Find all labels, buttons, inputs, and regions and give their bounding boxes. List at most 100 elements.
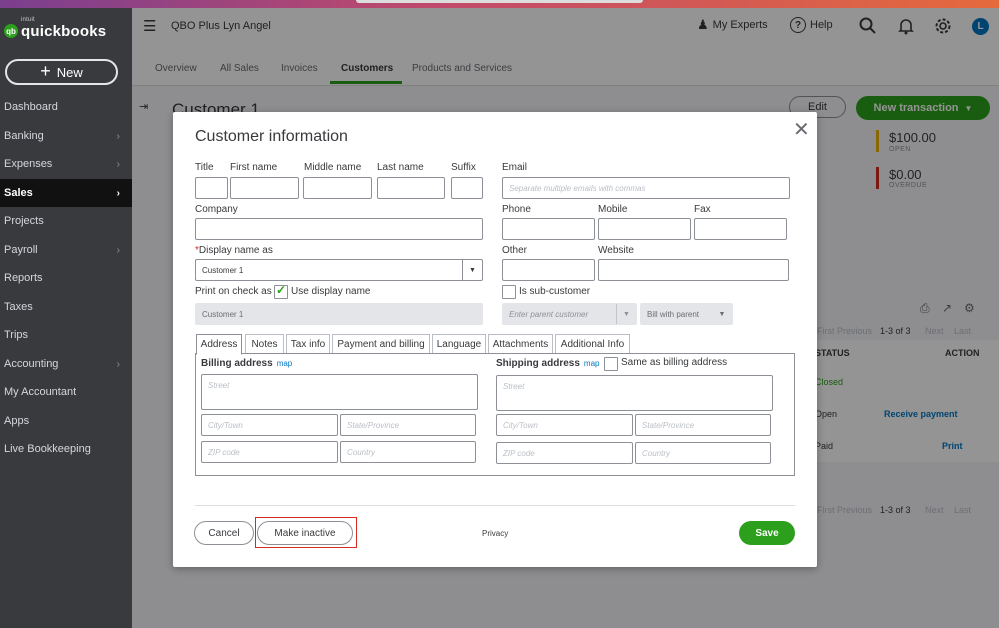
chevron-right-icon: › xyxy=(116,187,120,199)
phone-field[interactable] xyxy=(502,218,595,240)
sidebar-item-dashboard[interactable]: Dashboard xyxy=(0,93,132,121)
save-button[interactable]: Save xyxy=(739,521,795,545)
new-button-label: New xyxy=(56,64,83,80)
shipping-map-link[interactable]: map xyxy=(584,359,600,368)
first-name-field[interactable] xyxy=(230,177,299,199)
suffix-label: Suffix xyxy=(451,162,476,173)
cancel-button[interactable]: Cancel xyxy=(194,521,254,545)
same-as-billing-label: Same as billing address xyxy=(621,357,728,368)
billing-street-field[interactable]: Street xyxy=(201,374,478,410)
sidebar-item-expenses[interactable]: Expenses › xyxy=(0,150,132,178)
sidebar-item-sales[interactable]: Sales › xyxy=(0,179,132,207)
sidebar-item-label: Payroll xyxy=(4,244,38,256)
tab-language[interactable]: Language xyxy=(432,334,486,354)
sidebar-item-label: Expenses xyxy=(4,158,53,170)
bill-with-parent-value: Bill with parent xyxy=(647,309,700,319)
sidebar-item-label: Accounting xyxy=(4,358,59,370)
use-display-name-label: Use display name xyxy=(291,286,371,297)
make-inactive-button[interactable]: Make inactive xyxy=(257,521,353,545)
sidebar-item-projects[interactable]: Projects xyxy=(0,207,132,235)
sidebar-item-payroll[interactable]: Payroll › xyxy=(0,236,132,264)
sidebar-item-label: Live Bookkeeping xyxy=(4,443,91,455)
parent-customer-dropdown: Enter parent customer ▼ xyxy=(502,303,637,325)
sidebar-item-taxes[interactable]: Taxes xyxy=(0,293,132,321)
billing-address-heading: Billing address map xyxy=(201,358,292,369)
sidebar-item-trips[interactable]: Trips xyxy=(0,321,132,349)
sidebar-item-label: Banking xyxy=(4,130,44,142)
fax-label: Fax xyxy=(694,204,711,215)
middle-name-field[interactable] xyxy=(303,177,372,199)
tab-address[interactable]: Address xyxy=(196,334,242,355)
email-field[interactable]: Separate multiple emails with commas xyxy=(502,177,790,199)
title-field[interactable] xyxy=(195,177,228,199)
sidebar-item-my-accountant[interactable]: My Accountant xyxy=(0,378,132,406)
chevron-right-icon: › xyxy=(116,158,120,170)
customer-information-dialog: Customer information ✕ Title First name … xyxy=(173,112,817,567)
sub-customer-checkbox[interactable] xyxy=(502,285,516,299)
fax-field[interactable] xyxy=(694,218,787,240)
sidebar-item-apps[interactable]: Apps xyxy=(0,407,132,435)
website-label: Website xyxy=(598,245,634,256)
chevron-down-icon: ▼ xyxy=(718,310,726,318)
new-button[interactable]: + New xyxy=(5,59,118,85)
tab-notes[interactable]: Notes xyxy=(245,334,284,354)
logo-text: quickbooks xyxy=(21,22,107,40)
sidebar-item-accounting[interactable]: Accounting › xyxy=(0,350,132,378)
shipping-address-label: Shipping address xyxy=(496,358,580,369)
quickbooks-logo[interactable]: qb intuit quickbooks xyxy=(4,16,107,44)
print-on-check-label: Print on check as xyxy=(195,286,272,297)
tab-attachments[interactable]: Attachments xyxy=(488,334,553,354)
billing-map-link[interactable]: map xyxy=(277,359,293,368)
bill-with-parent-dropdown: Bill with parent ▼ xyxy=(640,303,733,325)
email-label: Email xyxy=(502,162,528,173)
other-field[interactable] xyxy=(502,259,595,281)
sidebar-item-label: Reports xyxy=(4,272,43,284)
sidebar-item-label: Taxes xyxy=(4,301,33,313)
sidebar-item-banking[interactable]: Banking › xyxy=(0,122,132,150)
tab-tax-info[interactable]: Tax info xyxy=(286,334,330,354)
browser-top-stripe xyxy=(0,0,999,8)
mobile-field[interactable] xyxy=(598,218,691,240)
title-label: Title xyxy=(195,162,214,173)
display-name-label: *Display name as xyxy=(195,245,273,256)
tab-payment-billing[interactable]: Payment and billing xyxy=(332,334,430,354)
billing-state-field[interactable]: State/Province xyxy=(340,414,476,436)
shipping-city-field[interactable]: City/Town xyxy=(496,414,633,436)
billing-address-label: Billing address xyxy=(201,358,273,369)
phone-label: Phone xyxy=(502,204,531,215)
sidebar-item-label: Trips xyxy=(4,329,29,341)
same-as-billing-checkbox[interactable] xyxy=(604,357,618,371)
chevron-down-icon: ▼ xyxy=(616,304,636,324)
display-name-label-text: Display name as xyxy=(198,245,273,256)
chevron-right-icon: › xyxy=(116,358,120,370)
privacy-link[interactable]: Privacy xyxy=(482,529,508,538)
tab-additional-info[interactable]: Additional Info xyxy=(555,334,630,354)
sidebar-item-live-bookkeeping[interactable]: Live Bookkeeping xyxy=(0,435,132,463)
sidebar-item-label: My Accountant xyxy=(4,386,77,398)
sidebar-item-reports[interactable]: Reports xyxy=(0,264,132,292)
company-field[interactable] xyxy=(195,218,483,240)
use-display-name-checkbox[interactable]: ✓ xyxy=(274,283,288,299)
sidebar-item-label: Projects xyxy=(4,215,44,227)
billing-zip-field[interactable]: ZIP code xyxy=(201,441,338,463)
display-name-dropdown[interactable]: Customer 1 ▼ xyxy=(195,259,483,281)
close-icon[interactable]: ✕ xyxy=(793,117,810,142)
billing-country-field[interactable]: Country xyxy=(340,441,476,463)
company-label: Company xyxy=(195,204,238,215)
qb-logo-icon: qb xyxy=(4,24,18,38)
last-name-field[interactable] xyxy=(377,177,445,199)
chevron-right-icon: › xyxy=(116,244,120,256)
billing-city-field[interactable]: City/Town xyxy=(201,414,338,436)
print-on-check-field: Customer 1 xyxy=(195,303,483,325)
address-bar-edge xyxy=(356,0,643,3)
shipping-street-field[interactable]: Street xyxy=(496,375,773,411)
intuit-label: intuit xyxy=(21,16,35,23)
shipping-country-field[interactable]: Country xyxy=(635,442,771,464)
parent-customer-placeholder: Enter parent customer xyxy=(509,309,589,319)
display-name-value: Customer 1 xyxy=(202,265,244,275)
last-name-label: Last name xyxy=(377,162,424,173)
shipping-zip-field[interactable]: ZIP code xyxy=(496,442,633,464)
suffix-field[interactable] xyxy=(451,177,483,199)
shipping-state-field[interactable]: State/Province xyxy=(635,414,771,436)
website-field[interactable] xyxy=(598,259,789,281)
